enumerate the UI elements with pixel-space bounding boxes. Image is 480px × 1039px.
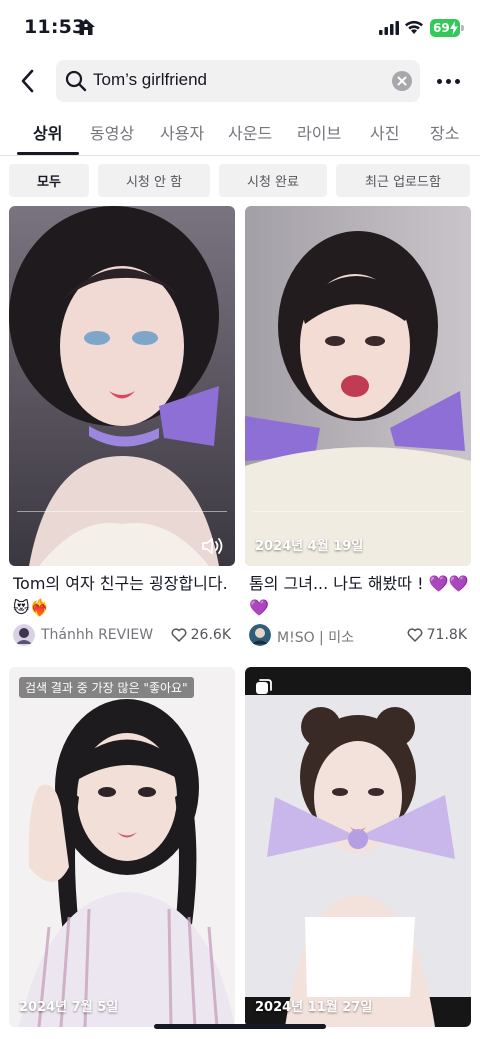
close-icon — [397, 76, 407, 86]
battery-level: 69 — [433, 21, 450, 35]
search-icon — [65, 70, 87, 92]
avatar[interactable] — [249, 624, 271, 646]
thumbnail-image — [245, 206, 471, 566]
active-tab-indicator — [17, 152, 79, 155]
video-meta: M!SO | 미소 71.8K — [249, 624, 471, 648]
like-count-value: 71.8K — [426, 627, 467, 643]
wifi-icon — [405, 20, 423, 34]
video-thumbnail[interactable] — [9, 206, 235, 566]
top-liked-badge: 검색 결과 중 가장 많은 "좋아요" — [19, 677, 194, 698]
tab-top[interactable]: 상위 — [33, 120, 62, 144]
search-tabs: 상위 동영상 사용자 사운드 라이브 사진 장소 — [0, 112, 480, 156]
video-meta: Thánhh REVIEW 26.6K — [13, 624, 235, 648]
filter-unwatched[interactable]: 시청 안 함 — [98, 164, 210, 197]
video-card[interactable]: 검색 결과 중 가장 많은 "좋아요" 2024년 7월 5일 — [9, 667, 235, 1027]
filter-all[interactable]: 모두 — [9, 164, 89, 197]
dot-icon — [445, 78, 451, 84]
upload-date: 2024년 11월 27일 — [255, 1000, 373, 1015]
search-input[interactable]: Tom’s girlfriend — [56, 60, 420, 102]
tab-places[interactable]: 장소 — [430, 120, 459, 144]
status-bar: 11:53 69 — [0, 0, 480, 58]
more-options-button[interactable] — [430, 66, 466, 96]
like-count: 26.6K — [171, 627, 231, 643]
author-name[interactable]: M!SO | 미소 — [277, 627, 354, 647]
filter-watched[interactable]: 시청 완료 — [219, 164, 327, 197]
author-name[interactable]: Thánhh REVIEW — [41, 627, 153, 643]
video-thumbnail[interactable]: 2024년 11월 27일 — [245, 667, 471, 1027]
search-query: Tom’s girlfriend — [93, 70, 208, 89]
dot-icon — [436, 78, 442, 84]
dot-icon — [454, 78, 460, 84]
cellular-signal-icon — [379, 21, 399, 35]
heart-icon — [407, 628, 423, 642]
like-count-value: 26.6K — [190, 627, 231, 643]
mute-sound-icon[interactable] — [201, 536, 225, 556]
video-card[interactable]: 2024년 4월 19일 톰의 그녀... 나도 해봤따 ! 💜💜💜 M!SO … — [245, 206, 471, 650]
video-caption[interactable]: 톰의 그녀... 나도 해봤따 ! 💜💜💜 — [249, 572, 469, 620]
avatar[interactable] — [13, 624, 35, 646]
video-card[interactable]: 2024년 11월 27일 — [245, 667, 471, 1027]
home-icon — [77, 19, 95, 35]
tab-videos[interactable]: 동영상 — [90, 120, 134, 144]
charging-bolt-icon — [450, 21, 458, 35]
chevron-left-icon — [21, 69, 34, 93]
photo-carousel-icon — [256, 679, 272, 694]
tab-photos[interactable]: 사진 — [370, 120, 399, 144]
filter-recent[interactable]: 최근 업로드함 — [336, 164, 470, 197]
heart-icon — [171, 628, 187, 642]
back-button[interactable] — [10, 64, 44, 98]
clear-icon[interactable] — [392, 71, 412, 91]
video-caption[interactable]: Tom의 여자 친구는 굉장합니다.😻❤️‍🔥 — [13, 572, 233, 620]
video-card[interactable]: Tom의 여자 친구는 굉장합니다.😻❤️‍🔥 Thánhh REVIEW 26… — [9, 206, 235, 650]
battery-tip — [461, 25, 464, 31]
thumbnail-image — [245, 667, 471, 1027]
thumbnail-image — [9, 667, 235, 1027]
tab-sounds[interactable]: 사운드 — [228, 120, 272, 144]
tab-live[interactable]: 라이브 — [297, 120, 341, 144]
video-thumbnail[interactable]: 검색 결과 중 가장 많은 "좋아요" 2024년 7월 5일 — [9, 667, 235, 1027]
like-count: 71.8K — [407, 627, 467, 643]
upload-date: 2024년 7월 5일 — [19, 1000, 119, 1015]
upload-date: 2024년 4월 19일 — [255, 539, 364, 554]
battery-indicator: 69 — [430, 19, 460, 37]
video-thumbnail[interactable]: 2024년 4월 19일 — [245, 206, 471, 566]
tab-users[interactable]: 사용자 — [160, 120, 204, 144]
thumbnail-image — [9, 206, 235, 566]
home-indicator — [154, 1024, 326, 1029]
